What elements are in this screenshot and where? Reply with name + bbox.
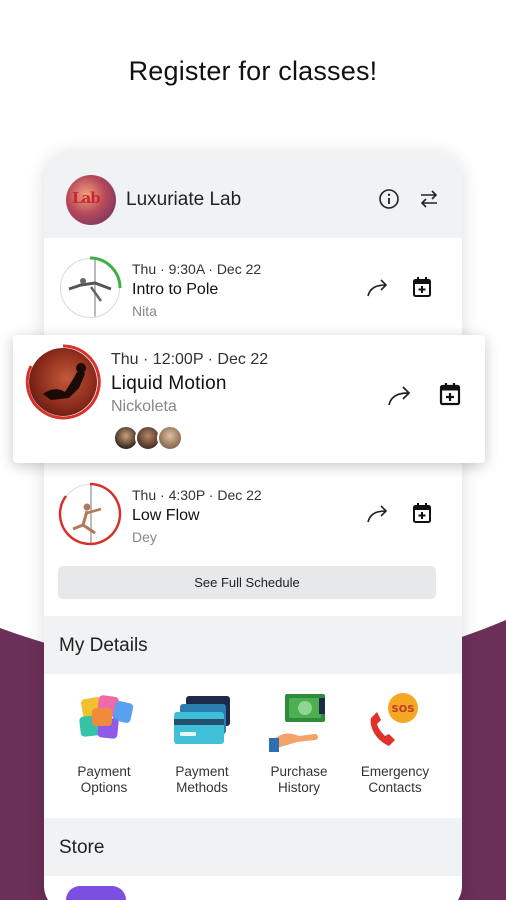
studio-logo-text: Lab <box>72 189 101 207</box>
share-icon[interactable] <box>366 504 390 524</box>
svg-text:SOS: SOS <box>392 704 415 715</box>
tile-payment-methods[interactable]: Payment Methods <box>156 692 240 812</box>
add-to-calendar-icon[interactable] <box>412 276 432 298</box>
tile-emergency-contacts[interactable]: SOS Emergency Contacts <box>349 692 433 812</box>
studio-logo[interactable]: Lab <box>66 175 116 225</box>
class-row-intro-to-pole[interactable]: Thu · 9:30A · Dec 22 Intro to Pole Nita <box>44 248 462 332</box>
share-icon[interactable] <box>387 385 413 407</box>
credit-cards-icon <box>174 696 230 744</box>
info-icon[interactable] <box>378 188 400 210</box>
attendee-avatar <box>157 425 183 451</box>
store-item-icon[interactable] <box>66 886 126 900</box>
class-instructor: Dey <box>132 529 157 545</box>
add-to-calendar-icon[interactable] <box>439 382 461 406</box>
class-time: Thu · 4:30P · Dec 22 <box>132 487 262 503</box>
tile-label: Payment Methods <box>175 764 229 795</box>
class-title: Liquid Motion <box>111 373 227 394</box>
class-instructor: Nita <box>132 303 157 319</box>
class-card-liquid-motion[interactable]: Thu · 12:00P · Dec 22 Liquid Motion Nick… <box>13 335 485 463</box>
see-full-schedule-button[interactable]: See Full Schedule <box>58 566 436 599</box>
cash-hand-icon <box>269 694 325 752</box>
studio-header: Lab Luxuriate Lab <box>44 152 462 238</box>
class-row-low-flow[interactable]: Thu · 4:30P · Dec 22 Low Flow Dey <box>44 474 462 558</box>
swap-icon[interactable] <box>418 188 440 210</box>
progress-ring <box>25 344 101 420</box>
my-details-header: My Details <box>44 616 462 674</box>
section-title: Store <box>59 837 105 858</box>
tile-purchase-history[interactable]: Purchase History <box>253 692 337 812</box>
tile-payment-options[interactable]: Payment Options <box>58 692 142 812</box>
progress-ring <box>58 482 122 546</box>
add-to-calendar-icon[interactable] <box>412 502 432 524</box>
phone-screen: Lab Luxuriate Lab Thu · 9:30A · Dec 22 I… <box>44 152 462 900</box>
page-headline: Register for classes! <box>128 56 378 86</box>
class-time: Thu · 12:00P · Dec 22 <box>111 351 269 368</box>
share-icon[interactable] <box>366 278 390 298</box>
section-title: My Details <box>59 635 148 656</box>
studio-name: Luxuriate Lab <box>126 189 242 210</box>
class-title: Intro to Pole <box>132 281 219 298</box>
class-instructor: Nickoleta <box>111 398 177 415</box>
tile-label: Purchase History <box>270 764 328 795</box>
sos-phone-icon: SOS <box>370 693 418 746</box>
tile-label: Emergency Contacts <box>360 764 430 795</box>
store-header: Store <box>44 818 462 876</box>
class-time: Thu · 9:30A · Dec 22 <box>132 261 262 277</box>
progress-ring <box>89 256 122 289</box>
payment-options-icon <box>79 695 134 739</box>
class-title: Low Flow <box>132 507 200 524</box>
tile-label: Payment Options <box>77 764 131 795</box>
